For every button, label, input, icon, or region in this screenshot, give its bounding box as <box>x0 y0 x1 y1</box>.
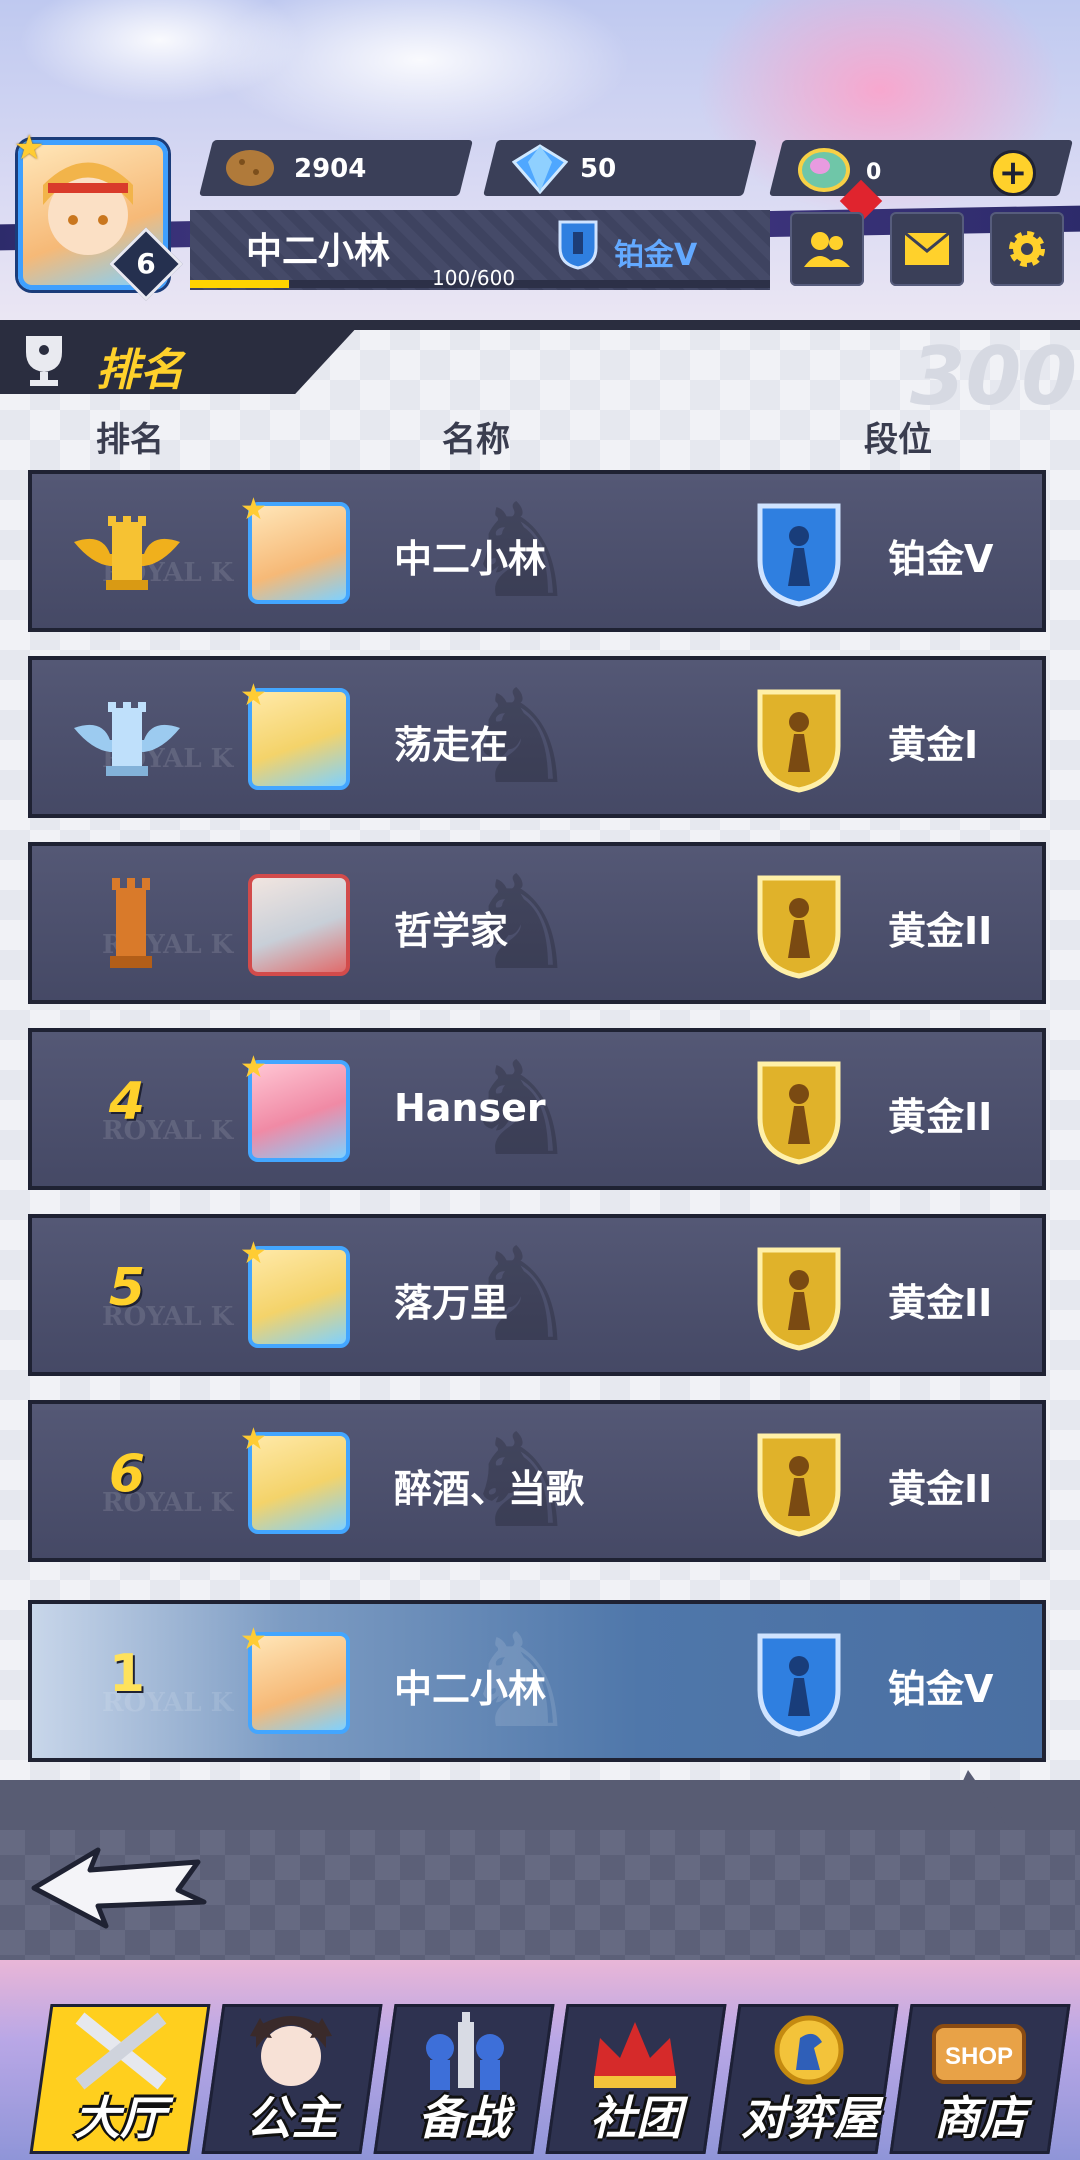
self-ranking-row[interactable]: ♞ ROYAL K 1 ★ 中二小林 铂金V <box>28 1600 1046 1762</box>
trophy-icon <box>14 330 74 390</box>
silver-rook-trophy-icon <box>72 688 182 792</box>
rainbow-gem-icon <box>796 142 850 192</box>
decorative-300: 300 <box>910 330 1077 423</box>
row-tier: 黄金II <box>888 1095 993 1139</box>
row-name: 中二小林 <box>394 1667 547 1711</box>
nav-label-match-room: 对弈屋 <box>741 2091 879 2145</box>
ranking-row[interactable]: ♞ ROYAL K 4 ★ Hanser 黄金II <box>28 1028 1046 1190</box>
gold-rank-icon <box>754 872 844 980</box>
row-tier: 黄金II <box>888 1281 993 1325</box>
row-name: 醉酒、当歌 <box>394 1467 585 1511</box>
row-name: 荡走在 <box>394 723 509 767</box>
mail-button[interactable] <box>890 212 964 286</box>
rank-number: 6 <box>108 1444 146 1504</box>
platinum-rank-icon <box>556 218 600 270</box>
xp-text: 100/600 <box>432 266 516 290</box>
gold-rank-icon <box>754 1244 844 1352</box>
star-icon: ★ <box>240 1622 267 1657</box>
row-name: 哲学家 <box>394 909 509 953</box>
nav-label-lobby: 大厅 <box>74 2091 166 2145</box>
rank-number: 1 <box>108 1644 146 1704</box>
star-icon: ★ <box>240 678 267 713</box>
settings-icon <box>1009 231 1045 267</box>
column-header-rank: 排名 <box>96 420 164 460</box>
platinum-rank-icon <box>754 1630 844 1738</box>
ranking-row[interactable]: ♞ ROYAL K 5 ★ 落万里 黄金II <box>28 1214 1046 1376</box>
star-icon: ★ <box>240 492 267 527</box>
gold-rank-icon <box>754 1058 844 1166</box>
rank-number: 5 <box>108 1258 146 1318</box>
column-header-tier: 段位 <box>864 420 932 460</box>
row-tier: 铂金V <box>888 537 994 581</box>
row-tier: 黄金II <box>888 909 993 953</box>
ranking-row[interactable]: ♞ ROYAL K 哲学家 黄金II <box>28 842 1046 1004</box>
bronze-rook-trophy-icon <box>106 868 156 982</box>
gold-rook-trophy-icon <box>72 502 182 606</box>
rank-number: 4 <box>108 1072 146 1132</box>
star-icon: ★ <box>240 1050 267 1085</box>
add-gem-button[interactable]: + <box>990 150 1036 196</box>
nav-label-prepare: 备战 <box>418 2091 510 2145</box>
gold-rank-icon <box>754 1430 844 1538</box>
row-name: Hanser <box>394 1086 546 1130</box>
nav-label-princess: 公主 <box>246 2091 338 2145</box>
friends-button[interactable] <box>790 212 864 286</box>
ranking-row[interactable]: ♞ ROYAL K ★ 荡走在 黄金I <box>28 656 1046 818</box>
player-name: 中二小林 <box>246 231 391 272</box>
ranking-row[interactable]: ♞ ROYAL K 6 ★ 醉酒、当歌 黄金II <box>28 1400 1046 1562</box>
row-name: 中二小林 <box>394 537 547 581</box>
settings-button[interactable] <box>990 212 1064 286</box>
mail-icon <box>904 231 950 265</box>
potato-count: 2904 <box>294 154 367 184</box>
nav-label-shop: 商店 <box>934 2091 1026 2145</box>
column-header-name: 名称 <box>442 420 510 460</box>
star-icon: ★ <box>240 1236 267 1271</box>
row-tier: 黄金II <box>888 1467 993 1511</box>
player-level: 6 <box>136 247 156 280</box>
ranking-title: 排名 <box>96 345 184 396</box>
star-icon: ★ <box>14 128 45 168</box>
ranking-row[interactable]: ♞ ROYAL K ★ 中二小林 铂金V <box>28 470 1046 632</box>
back-button[interactable] <box>28 1840 208 1930</box>
xp-fill <box>190 280 289 288</box>
gem-count: 0 <box>866 160 882 185</box>
potato-coin-icon <box>224 146 276 190</box>
avatar <box>248 874 350 976</box>
row-tier: 铂金V <box>888 1667 994 1711</box>
friends-icon <box>804 232 850 267</box>
star-icon: ★ <box>240 1422 267 1457</box>
back-arrow-icon <box>31 1847 207 1929</box>
platinum-rank-icon <box>754 500 844 608</box>
row-tier: 黄金I <box>888 723 979 767</box>
row-name: 落万里 <box>394 1281 509 1325</box>
shop-badge-text: SHOP <box>945 2043 1013 2070</box>
gold-rank-icon <box>754 686 844 794</box>
diamond-icon <box>511 144 569 195</box>
diamond-count: 50 <box>580 154 617 184</box>
player-rank: 铂金V <box>614 238 698 273</box>
nav-label-guild: 社团 <box>590 2091 682 2145</box>
